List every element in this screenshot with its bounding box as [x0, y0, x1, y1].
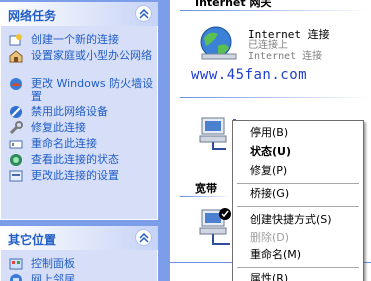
menu-item-bridge[interactable]: 桥接(G): [250, 187, 289, 201]
network-tasks-panel: 网络任务 创建一个新的连接 设置家庭或小型办公网络 更改 Windows 防火墙…: [0, 2, 158, 220]
status-icon: [10, 154, 22, 166]
other-places-list: 控制面板 网上邻居: [0, 250, 158, 281]
group-divider: [180, 10, 371, 11]
menu-item-status[interactable]: 状态(U): [250, 145, 291, 159]
connection-type: Internet 连接: [248, 51, 323, 62]
group-divider: [180, 196, 232, 197]
menu-item-properties[interactable]: 属性(R): [250, 272, 288, 281]
broadband-connection-icon[interactable]: [196, 206, 234, 248]
collapse-chevron-icon[interactable]: [135, 229, 152, 246]
internet-gateway-icon[interactable]: [196, 24, 244, 64]
settings-icon: [9, 170, 23, 182]
group-divider: [180, 97, 371, 98]
lan-connection-icon[interactable]: [196, 116, 232, 152]
watermark-text: www.45fan.com: [191, 67, 308, 83]
task-home-network[interactable]: 设置家庭或小型办公网络: [1, 48, 157, 76]
network-places-icon: [10, 274, 22, 281]
place-network-places[interactable]: 网上邻居: [1, 272, 157, 281]
group-header-broadband: 宽带: [195, 182, 217, 195]
task-change-settings[interactable]: 更改此连接的设置: [1, 168, 157, 184]
menu-separator: [237, 183, 359, 184]
home-network-icon: [9, 50, 23, 63]
task-new-connection[interactable]: 创建一个新的连接: [1, 32, 157, 48]
task-firewall-settings[interactable]: 更改 Windows 防火墙设置: [1, 76, 157, 104]
other-places-header[interactable]: 其它位置: [0, 226, 158, 250]
network-tasks-list: 创建一个新的连接 设置家庭或小型办公网络 更改 Windows 防火墙设置 禁用…: [0, 26, 158, 220]
menu-item-disable[interactable]: 停用(B): [250, 126, 288, 140]
place-control-panel[interactable]: 控制面板: [1, 256, 157, 272]
other-places-panel: 其它位置 控制面板 网上邻居: [0, 226, 158, 281]
repair-icon: [9, 121, 23, 135]
task-disable-device[interactable]: 禁用此网络设备: [1, 104, 157, 120]
other-places-title: 其它位置: [8, 233, 57, 247]
network-tasks-header[interactable]: 网络任务: [0, 2, 158, 26]
menu-item-repair[interactable]: 修复(P): [250, 164, 287, 178]
menu-separator: [237, 267, 359, 268]
group-header-internet-gateway: Internet 网关: [195, 0, 272, 9]
menu-item-create-shortcut[interactable]: 创建快捷方式(S): [250, 213, 332, 227]
menu-separator: [237, 206, 359, 207]
rename-icon: [9, 140, 23, 149]
task-view-status[interactable]: 查看此连接的状态: [1, 152, 157, 168]
new-connection-icon: [9, 34, 22, 46]
context-menu: 停用(B) 状态(U) 修复(P) 桥接(G) 创建快捷方式(S) 删除(D) …: [232, 120, 364, 281]
task-repair-connection[interactable]: 修复此连接: [1, 120, 157, 136]
control-panel-icon: [9, 258, 23, 270]
menu-item-delete: 删除(D): [250, 231, 290, 244]
task-pane: 网络任务 创建一个新的连接 设置家庭或小型办公网络 更改 Windows 防火墙…: [0, 0, 170, 281]
network-tasks-title: 网络任务: [8, 9, 57, 23]
task-rename-connection[interactable]: 重命名此连接: [1, 136, 157, 152]
disable-device-icon: [10, 106, 22, 118]
collapse-chevron-icon[interactable]: [135, 5, 152, 22]
firewall-icon: [10, 78, 22, 90]
menu-item-rename[interactable]: 重命名(M): [250, 248, 301, 262]
